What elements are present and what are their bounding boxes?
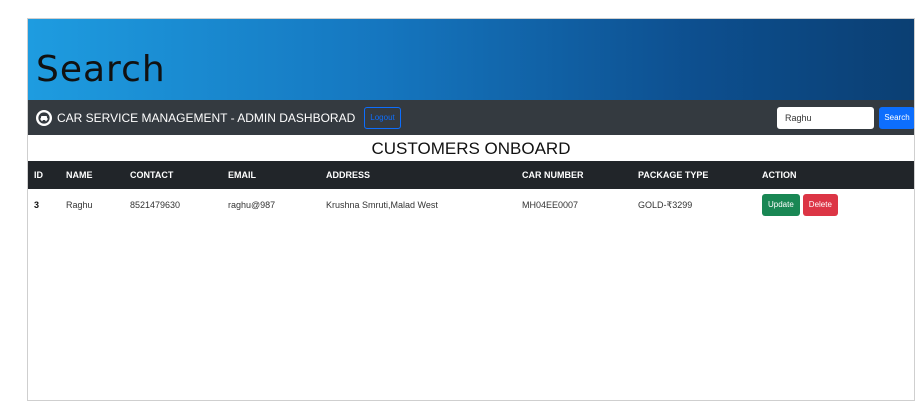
update-button[interactable]: Update: [762, 194, 800, 216]
search-button[interactable]: Search: [879, 107, 914, 129]
logout-button[interactable]: Logout: [364, 106, 401, 129]
delete-button[interactable]: Delete: [802, 194, 838, 216]
navbar-brand[interactable]: CAR SERVICE MANAGEMENT - ADMIN DASHBORAD: [57, 111, 355, 125]
customers-table: ID NAME CONTACT EMAIL ADDRESS CAR NUMBER…: [28, 161, 914, 221]
app-frame: Search CAR SERVICE MANAGEMENT - ADMIN DA…: [27, 18, 915, 401]
column-header-id: ID: [34, 170, 43, 180]
cell-contact: 8521479630: [130, 200, 181, 210]
banner-title: Search: [36, 49, 166, 90]
column-header-car-number: CAR NUMBER: [522, 170, 584, 180]
column-header-package-type: PACKAGE TYPE: [638, 170, 709, 180]
table-row: 3 Raghu 8521479630 raghu@987 Krushna Smr…: [28, 189, 914, 221]
column-header-address: ADDRESS: [326, 170, 371, 180]
page-title: CUSTOMERS ONBOARD: [371, 139, 571, 158]
column-header-email: EMAIL: [228, 170, 256, 180]
cell-name: Raghu: [66, 200, 93, 210]
cell-id: 3: [34, 200, 40, 210]
cell-address: Krushna Smruti,Malad West: [326, 200, 438, 210]
column-header-name: NAME: [66, 170, 93, 180]
cell-action: Update Delete: [756, 189, 914, 221]
car-icon[interactable]: [36, 109, 52, 126]
cell-package-type: GOLD-₹3299: [638, 199, 693, 210]
navbar: CAR SERVICE MANAGEMENT - ADMIN DASHBORAD…: [28, 100, 914, 135]
search-banner: Search: [28, 19, 914, 100]
cell-email: raghu@987: [228, 200, 276, 210]
table-header-row: ID NAME CONTACT EMAIL ADDRESS CAR NUMBER…: [28, 161, 914, 189]
column-header-action: ACTION: [762, 170, 797, 180]
column-header-contact: CONTACT: [130, 170, 174, 180]
cell-car-number: MH04EE0007: [522, 200, 579, 210]
search-input[interactable]: [777, 107, 874, 129]
